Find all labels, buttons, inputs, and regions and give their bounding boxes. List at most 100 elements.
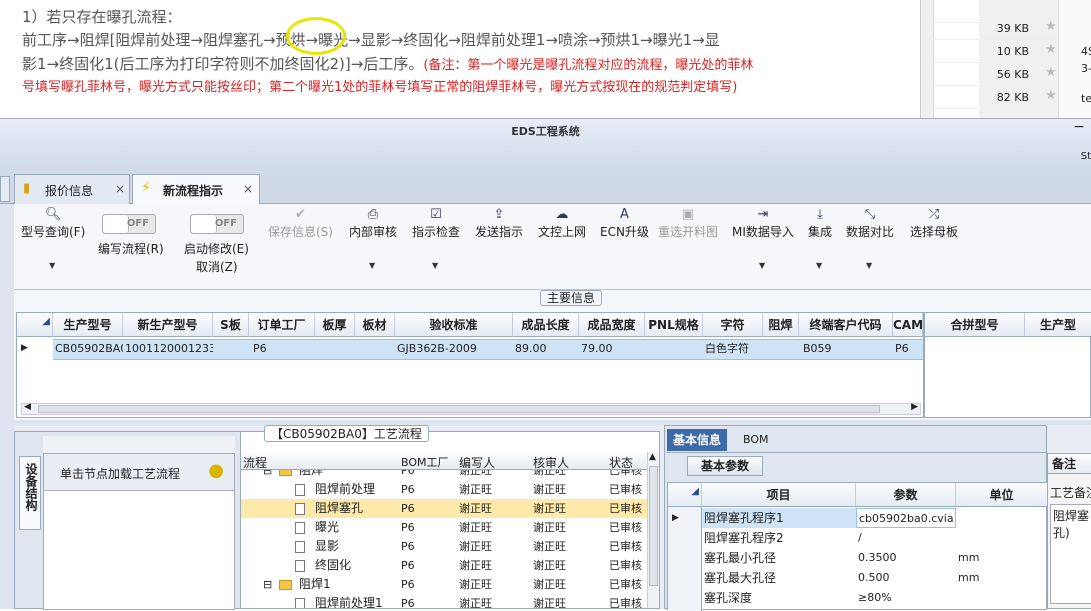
- tree-row-selected[interactable]: 阻焊塞孔 P6 谢正旺 谢正旺 已审核: [241, 499, 647, 518]
- tree-row[interactable]: ⊟ 阻焊 P6 谢正旺 谢正旺 已审核: [241, 470, 647, 480]
- file-icon: [295, 560, 305, 572]
- table-cell[interactable]: P6: [249, 339, 315, 359]
- param-item[interactable]: 阻焊塞孔程序1: [702, 508, 856, 528]
- column-header[interactable]: 生产型: [1025, 313, 1091, 337]
- tree-row[interactable]: 终固化 P6 谢正旺 谢正旺 已审核: [241, 556, 647, 575]
- column-header[interactable]: 成品长度: [513, 313, 579, 337]
- table-cell[interactable]: 79.00: [579, 339, 645, 359]
- process-title: 【CB05902BA0】工艺流程: [264, 425, 429, 442]
- tree-row[interactable]: 阻焊前处理1 P6 谢正旺 谢正旺 已审核: [241, 594, 647, 608]
- tree-row[interactable]: ⊟ 阻焊1 P6 谢正旺 谢正旺 已审核: [241, 575, 647, 594]
- table-cell[interactable]: 白色字符: [703, 339, 763, 359]
- write-flow-toggle[interactable]: OFF: [102, 214, 156, 234]
- integrate-button[interactable]: ⤓ 集成 ▼: [808, 207, 832, 270]
- column-header[interactable]: 项目: [702, 483, 856, 507]
- star-icon[interactable]: ★: [1045, 42, 1057, 57]
- column-header[interactable]: 板材: [355, 313, 395, 337]
- column-header[interactable]: S板: [213, 313, 249, 337]
- mi-import-button[interactable]: ⇥ MI数据导入 ▼: [732, 207, 794, 270]
- table-cell[interactable]: GJB362B-2009: [395, 339, 513, 359]
- column-header[interactable]: 状态: [609, 454, 633, 471]
- column-header[interactable]: 订单工厂: [249, 313, 315, 337]
- column-header[interactable]: 编写人: [459, 454, 495, 471]
- model-query-button[interactable]: 🔍︎ 型号查询(F) ▼: [21, 207, 85, 270]
- column-header[interactable]: BOM工厂: [401, 454, 449, 470]
- remark-textarea[interactable]: 阻焊塞孔): [1050, 504, 1091, 604]
- param-unit: mm: [958, 551, 980, 564]
- column-header[interactable]: CAM: [893, 313, 923, 337]
- param-value[interactable]: 0.3500: [856, 548, 956, 568]
- write-flow-label: 编写流程(R): [98, 242, 164, 256]
- column-header[interactable]: 核审人: [533, 454, 569, 471]
- tree-row[interactable]: 阻焊前处理 P6 谢正旺 谢正旺 已审核: [241, 480, 647, 499]
- column-header[interactable]: 新生产型号: [123, 313, 213, 337]
- param-item[interactable]: 阻焊塞孔程序2: [702, 528, 856, 548]
- vertical-scrollbar[interactable]: ▲: [647, 452, 659, 608]
- tab-basic-params[interactable]: 基本参数: [687, 456, 763, 476]
- process-panel: 流程 BOM工厂 编写人 核审人 状态 ⊟ 阻焊 P6 谢正旺 谢正旺 已审核 阻焊前处理…: [240, 431, 660, 609]
- remark-panel: 备注 工艺备注 阻焊塞孔): [1047, 453, 1091, 609]
- param-item[interactable]: 塞孔最大孔径: [702, 568, 856, 588]
- column-header[interactable]: 验收标准: [395, 313, 513, 337]
- close-icon[interactable]: ×: [243, 182, 253, 196]
- scroll-thumb[interactable]: [38, 405, 880, 413]
- select-mother-button[interactable]: ⤮ 选择母板: [910, 207, 958, 240]
- column-header[interactable]: 阻焊: [763, 313, 799, 337]
- column-header[interactable]: PNL规格: [645, 313, 703, 337]
- column-header[interactable]: 板厚: [315, 313, 355, 337]
- column-header[interactable]: 参数: [856, 483, 956, 507]
- horizontal-scrollbar[interactable]: ◀ ▶: [21, 402, 921, 415]
- column-header[interactable]: 单位: [956, 483, 1048, 507]
- param-value[interactable]: /: [856, 528, 956, 548]
- instruction-check-button[interactable]: ☑ 指示检查 ▼: [412, 207, 460, 270]
- column-header[interactable]: 终端客户代码: [799, 313, 893, 337]
- column-header[interactable]: 流程: [243, 454, 267, 471]
- column-header[interactable]: 成品宽度: [579, 313, 645, 337]
- column-header[interactable]: 字符: [703, 313, 763, 337]
- enable-edit-toggle[interactable]: OFF: [190, 214, 244, 234]
- minimize-icon[interactable]: −: [1073, 119, 1085, 135]
- tab-device-structure[interactable]: 设备结构: [19, 456, 41, 530]
- tree-row[interactable]: 曝光 P6 谢正旺 谢正旺 已审核: [241, 518, 647, 537]
- param-item[interactable]: 塞孔最小孔径: [702, 548, 856, 568]
- internal-review-button[interactable]: ⎙ 内部审核 ▼: [349, 207, 397, 270]
- param-value[interactable]: cb05902ba0.cvia: [856, 508, 956, 528]
- column-header[interactable]: 合拼型号: [925, 313, 1025, 337]
- star-icon[interactable]: ★: [1045, 19, 1057, 34]
- cancel-button[interactable]: 取消(Z): [196, 258, 238, 275]
- table-cell[interactable]: 89.00: [513, 339, 579, 359]
- param-unit: [956, 508, 1048, 528]
- tree-row[interactable]: 显影 P6 谢正旺 谢正旺 已审核: [241, 537, 647, 556]
- table-cell[interactable]: CB05902BA0: [53, 339, 123, 359]
- star-icon[interactable]: ★: [1045, 88, 1057, 103]
- table-cell[interactable]: 10011200012337: [123, 339, 213, 359]
- tab-basic-info[interactable]: 基本信息: [667, 429, 728, 451]
- check-icon: ✔: [295, 207, 306, 222]
- param-value[interactable]: 0.500: [856, 568, 956, 588]
- save-info-button[interactable]: ✔ 保存信息(S): [268, 207, 333, 240]
- param-item[interactable]: 塞孔深度: [702, 588, 856, 608]
- file-row[interactable]: 10 KB ★: [933, 40, 1061, 63]
- chevron-down-icon: ▼: [758, 261, 766, 270]
- ecn-upgrade-button[interactable]: A ECN升级: [600, 207, 649, 240]
- file-row[interactable]: 82 KB ★: [933, 86, 1061, 109]
- table-cell[interactable]: B059: [799, 339, 893, 359]
- reselect-chart-button[interactable]: ▣ 重选开料图: [658, 207, 718, 240]
- data-compare-button[interactable]: ⤡ 数据对比 ▼: [846, 207, 894, 270]
- doc-upload-button[interactable]: ☁ 文控上网: [538, 207, 586, 240]
- column-header[interactable]: 生产型号: [53, 313, 123, 337]
- close-icon[interactable]: ×: [115, 182, 125, 196]
- star-icon[interactable]: ★: [1045, 65, 1057, 80]
- scroll-thumb[interactable]: [649, 466, 658, 586]
- tab-scroll-left[interactable]: [0, 176, 10, 202]
- image-icon: ▣: [681, 207, 695, 222]
- send-instruction-button[interactable]: ⇪ 发送指示: [475, 207, 523, 240]
- tab-new-flow[interactable]: ⚡ 新流程指示 ×: [132, 174, 260, 204]
- table-cell[interactable]: P6: [893, 339, 923, 359]
- file-row[interactable]: 39 KB ★: [933, 17, 1061, 40]
- param-value[interactable]: ≥80%: [856, 588, 956, 608]
- font-icon: A: [620, 207, 629, 222]
- tab-quote-info[interactable]: ▮ 报价信息 ×: [14, 174, 130, 204]
- file-row[interactable]: 56 KB ★: [933, 63, 1061, 86]
- tab-bom[interactable]: BOM: [737, 429, 775, 451]
